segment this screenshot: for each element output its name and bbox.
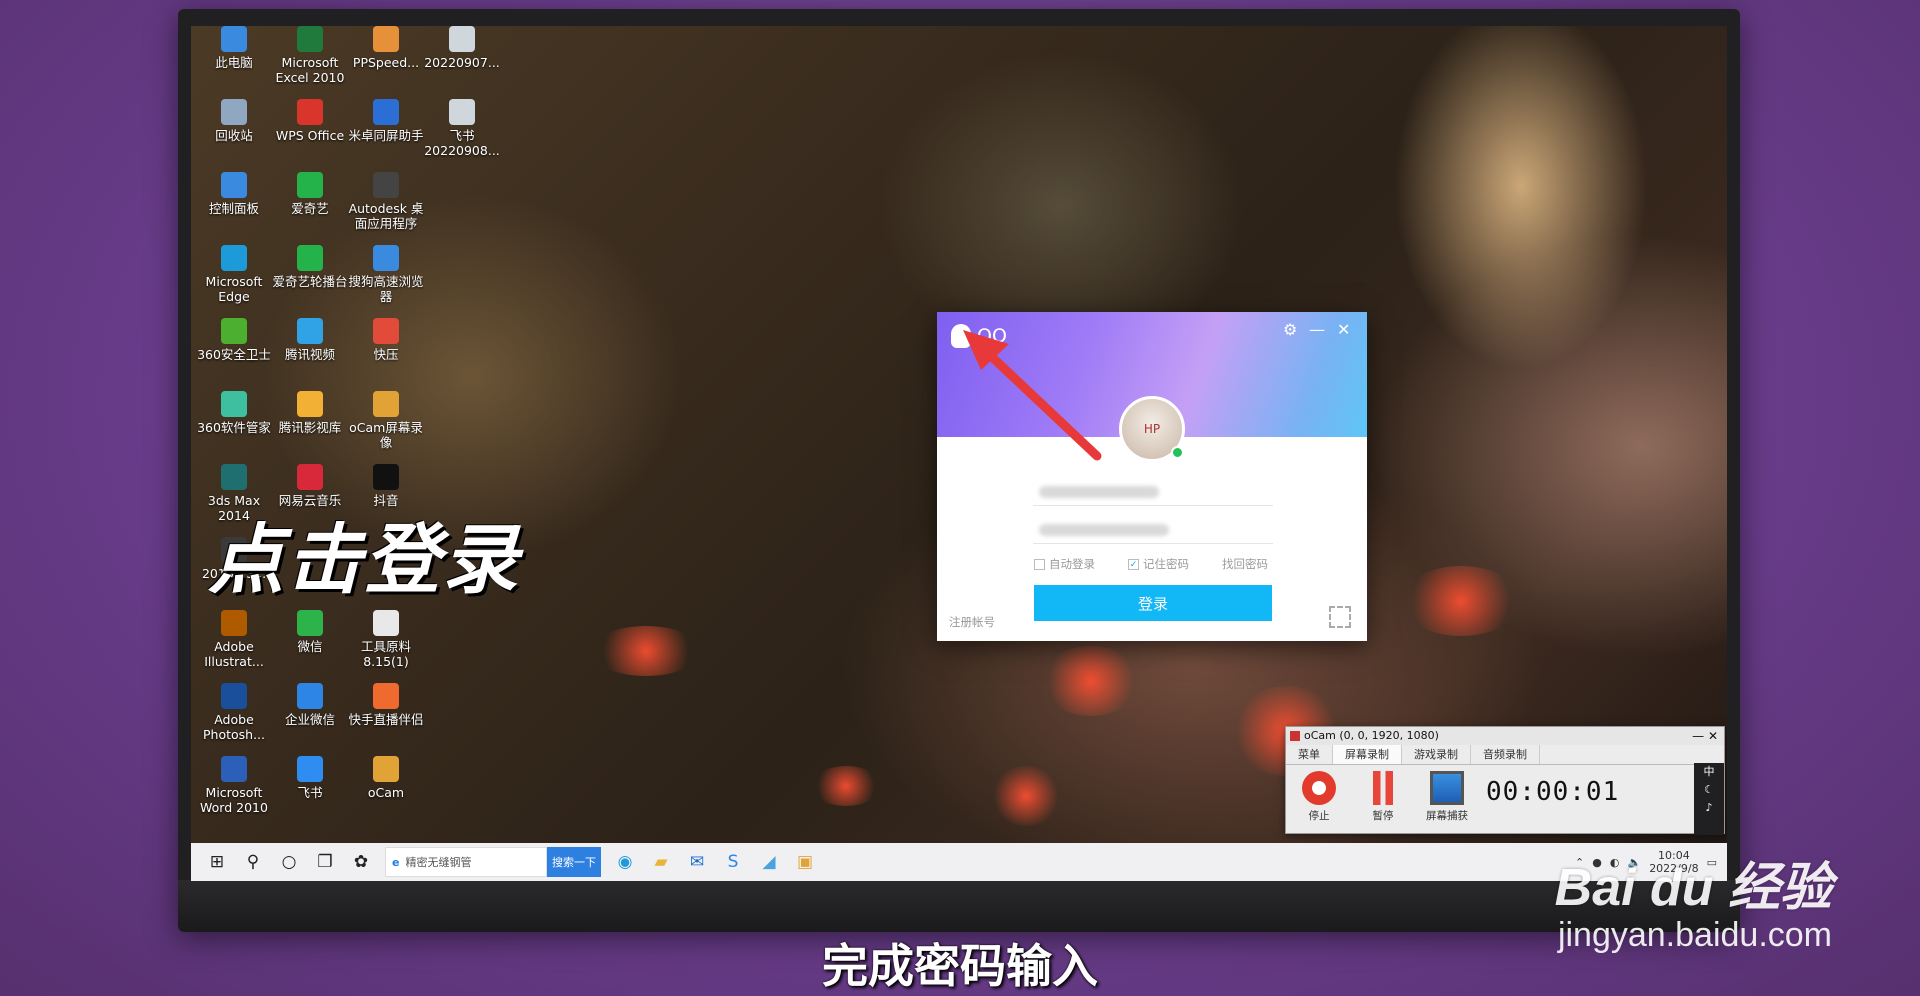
search-input-text: 精密无缝钢管 (405, 856, 472, 869)
file-explorer-icon[interactable]: ▰ (643, 843, 679, 881)
ocam-taskbar-icon[interactable]: ▣ (787, 843, 823, 881)
mail-icon[interactable]: ✉ (679, 843, 715, 881)
close-icon[interactable]: — ✕ (1692, 727, 1718, 745)
ocam-title-bar: oCam (0, 0, 1920, 1080) — ✕ (1286, 727, 1724, 745)
ocam-tabs: 菜单 屏幕录制 游戏录制 音频录制 (1286, 745, 1724, 765)
search-button[interactable]: 搜索一下 (547, 847, 601, 877)
ocam-recorder-window: oCam (0, 0, 1920, 1080) — ✕ 菜单 屏幕录制 游戏录制 … (1285, 726, 1725, 835)
pause-icon (1366, 771, 1400, 805)
click-login-overlay-text: 点击登录 (208, 515, 520, 604)
ocam-title-text: oCam (0, 0, 1920, 1080) (1304, 729, 1439, 742)
edge-icon[interactable]: ◉ (607, 843, 643, 881)
search-icon[interactable]: ⚲ (235, 843, 271, 881)
feishu-icon[interactable]: ◢ (751, 843, 787, 881)
windows-start-icon[interactable]: ⊞ (199, 843, 235, 881)
ie-icon: e (392, 855, 400, 869)
recording-timer: 00:00:01 (1486, 777, 1620, 807)
cortana-icon[interactable]: ○ (271, 843, 307, 881)
ime-label[interactable]: 中 (1704, 765, 1715, 778)
watermark-brand: Bai du 经验 (1554, 859, 1832, 917)
stop-label: 停止 (1308, 810, 1330, 822)
subtitle-caption: 完成密码输入 (822, 939, 1098, 993)
capture-label: 屏幕捕获 (1426, 810, 1468, 822)
pause-label: 暂停 (1372, 810, 1394, 822)
sogou-icon[interactable]: S (715, 843, 751, 881)
ime-toolbar: 中 ☾ ♪ (1694, 763, 1724, 835)
screen-capture-button[interactable]: 屏幕捕获 (1422, 771, 1472, 823)
stop-icon (1302, 771, 1336, 805)
search-input[interactable]: e 精密无缝钢管 (385, 847, 547, 877)
monitor-chin (178, 880, 1740, 932)
task-view-icon[interactable]: ❐ (307, 843, 343, 881)
tab-game-record[interactable]: 游戏录制 (1402, 745, 1471, 764)
desktop-screen: 此电脑 Microsoft Excel 2010 PPSpeed... 2022090… (191, 26, 1727, 881)
tab-screen-record[interactable]: 屏幕录制 (1333, 745, 1402, 764)
pause-button[interactable]: 暂停 (1358, 771, 1408, 823)
tab-menu[interactable]: 菜单 (1286, 745, 1333, 764)
stop-button[interactable]: 停止 (1294, 771, 1344, 823)
monitor-icon (1430, 771, 1464, 805)
taskbar: ⊞ ⚲ ○ ❐ ✿ e 精密无缝钢管 搜索一下 ◉ ▰ ✉ S ◢ ▣ ⌃ ● ◐… (191, 843, 1727, 881)
ocam-controls: 停止 暂停 屏幕捕获 00:00:01 (1286, 765, 1724, 829)
app-icon[interactable]: ✿ (343, 843, 379, 881)
tab-audio-record[interactable]: 音频录制 (1471, 745, 1540, 764)
